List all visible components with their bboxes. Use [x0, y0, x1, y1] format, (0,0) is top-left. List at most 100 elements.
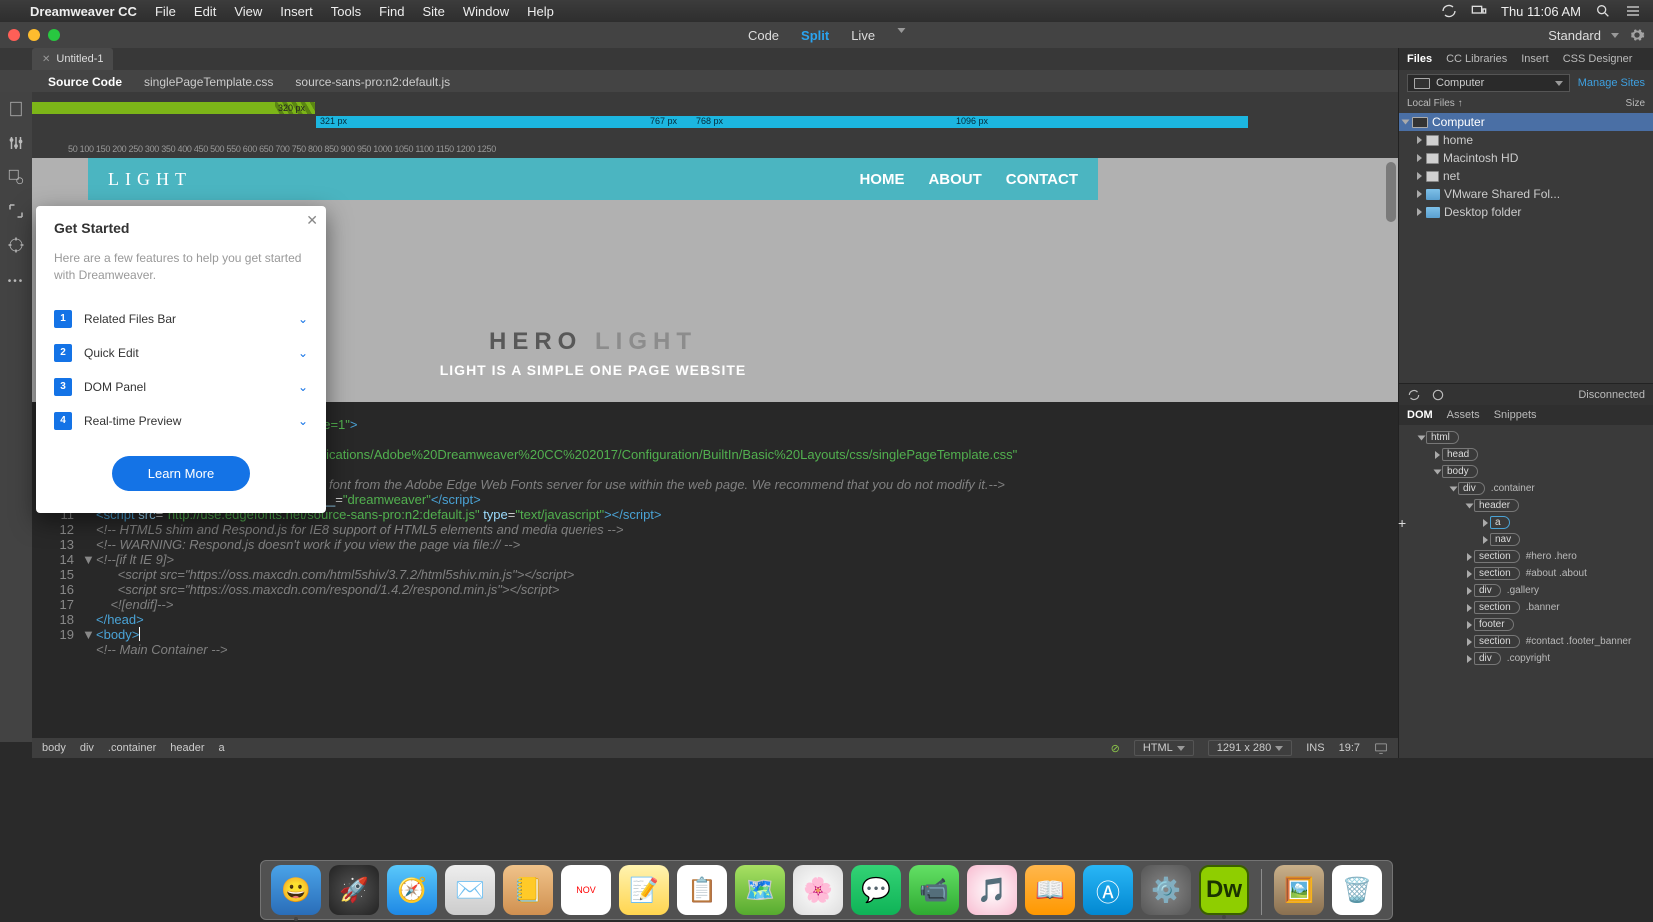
tab-snippets[interactable]: Snippets	[1494, 409, 1537, 421]
sliders-icon[interactable]	[7, 134, 25, 152]
tab-dom[interactable]: DOM	[1407, 409, 1433, 421]
crumb-container[interactable]: .container	[108, 742, 156, 754]
tab-cclib[interactable]: CC Libraries	[1446, 53, 1507, 65]
view-code[interactable]: Code	[748, 28, 779, 43]
disclosure-icon[interactable]	[1417, 136, 1422, 144]
maps-icon[interactable]: 🗺️	[735, 865, 785, 915]
nav-home[interactable]: HOME	[859, 171, 904, 188]
dom-banner[interactable]: section.banner	[1399, 599, 1653, 616]
crumb-a[interactable]: a	[219, 742, 225, 754]
feature-dom-panel[interactable]: 3DOM Panel⌄	[54, 370, 308, 404]
dom-a[interactable]: +a	[1399, 514, 1653, 531]
feature-related-files[interactable]: 1Related Files Bar⌄	[54, 302, 308, 336]
tree-item-desktop[interactable]: Desktop folder	[1399, 203, 1653, 221]
col-local-files[interactable]: Local Files ↑	[1407, 98, 1463, 109]
tree-item-home[interactable]: home	[1399, 131, 1653, 149]
close-icon[interactable]: ✕	[306, 212, 318, 229]
tree-item-net[interactable]: net	[1399, 167, 1653, 185]
learn-more-button[interactable]: Learn More	[112, 456, 250, 491]
facetime-icon[interactable]: 📹	[909, 865, 959, 915]
more-icon[interactable]: •••	[8, 276, 25, 287]
dom-about[interactable]: section#about .about	[1399, 565, 1653, 582]
menu-icon[interactable]	[1625, 3, 1641, 19]
crumb-div[interactable]: div	[80, 742, 94, 754]
inspect-icon[interactable]	[7, 168, 25, 186]
breakpoint-320[interactable]	[32, 102, 314, 114]
media-query-bar[interactable]: 320 px 321 px 767 px 768 px 1096 px	[32, 92, 1398, 142]
document-icon[interactable]	[7, 100, 25, 118]
disclosure-icon[interactable]	[1402, 120, 1410, 125]
desktop-stack-icon[interactable]: 🖼️	[1274, 865, 1324, 915]
launchpad-icon[interactable]: 🚀	[329, 865, 379, 915]
nav-contact[interactable]: CONTACT	[1006, 171, 1078, 188]
tree-item-macintosh[interactable]: Macintosh HD	[1399, 149, 1653, 167]
dom-header[interactable]: header	[1399, 497, 1653, 514]
target-icon[interactable]	[7, 236, 25, 254]
appstore-icon[interactable]: Ⓐ	[1083, 865, 1133, 915]
dom-body[interactable]: body	[1399, 463, 1653, 480]
gear-icon[interactable]	[1629, 27, 1645, 43]
dom-footer[interactable]: footer	[1399, 616, 1653, 633]
col-size[interactable]: Size	[1626, 98, 1645, 109]
lang-selector[interactable]: HTML	[1134, 740, 1194, 756]
page-logo[interactable]: LIGHT	[108, 169, 192, 190]
feature-realtime-preview[interactable]: 4Real-time Preview⌄	[54, 404, 308, 438]
notes-icon[interactable]: 📝	[619, 865, 669, 915]
crumb-body[interactable]: body	[42, 742, 66, 754]
disclosure-icon[interactable]	[1417, 154, 1422, 162]
close-window-button[interactable]	[8, 29, 20, 41]
dom-nav[interactable]: nav	[1399, 531, 1653, 548]
tab-insert[interactable]: Insert	[1521, 53, 1549, 65]
menu-file[interactable]: File	[155, 4, 176, 19]
src-tab-css[interactable]: singlePageTemplate.css	[144, 75, 273, 89]
mail-icon[interactable]: ✉️	[445, 865, 495, 915]
src-tab-source[interactable]: Source Code	[48, 75, 122, 89]
trash-icon[interactable]: 🗑️	[1332, 865, 1382, 915]
dims-selector[interactable]: 1291 x 280	[1208, 740, 1292, 756]
dreamweaver-icon[interactable]: Dw	[1199, 865, 1249, 915]
dom-copyright[interactable]: div.copyright	[1399, 650, 1653, 667]
dom-container[interactable]: div.container	[1399, 480, 1653, 497]
breakpoint-range[interactable]: 321 px 767 px 768 px 1096 px	[316, 116, 1248, 128]
close-tab-icon[interactable]: ✕	[42, 54, 50, 65]
menu-insert[interactable]: Insert	[280, 4, 313, 19]
live-dropdown-icon[interactable]	[897, 28, 905, 33]
minimize-window-button[interactable]	[28, 29, 40, 41]
view-split[interactable]: Split	[801, 28, 829, 43]
doc-tab[interactable]: ✕ Untitled-1	[32, 48, 113, 70]
tree-item-vmware[interactable]: VMware Shared Fol...	[1399, 185, 1653, 203]
menu-find[interactable]: Find	[379, 4, 404, 19]
dom-hero[interactable]: section#hero .hero	[1399, 548, 1653, 565]
menu-tools[interactable]: Tools	[331, 4, 361, 19]
menu-window[interactable]: Window	[463, 4, 509, 19]
nav-about[interactable]: ABOUT	[928, 171, 981, 188]
calendar-icon[interactable]: NOV	[561, 865, 611, 915]
menu-edit[interactable]: Edit	[194, 4, 216, 19]
manage-sites-link[interactable]: Manage Sites	[1578, 77, 1645, 89]
sync-icon[interactable]	[1431, 388, 1445, 402]
safari-icon[interactable]: 🧭	[387, 865, 437, 915]
view-live[interactable]: Live	[851, 28, 875, 43]
zoom-window-button[interactable]	[48, 29, 60, 41]
dom-html[interactable]: html	[1399, 429, 1653, 446]
disclosure-icon[interactable]	[1417, 172, 1422, 180]
files-source-selector[interactable]: Computer	[1407, 74, 1570, 92]
screens-icon[interactable]	[1471, 3, 1487, 19]
menu-help[interactable]: Help	[527, 4, 554, 19]
add-icon[interactable]: +	[1398, 515, 1406, 531]
menu-site[interactable]: Site	[422, 4, 444, 19]
workspace-selector[interactable]: Standard	[1548, 28, 1601, 43]
chevron-down-icon[interactable]	[1611, 33, 1619, 38]
crumb-header[interactable]: header	[170, 742, 204, 754]
search-icon[interactable]	[1595, 3, 1611, 19]
refresh-icon[interactable]	[1407, 388, 1421, 402]
tree-root[interactable]: Computer	[1399, 113, 1653, 131]
messages-icon[interactable]: 💬	[851, 865, 901, 915]
clock[interactable]: Thu 11:06 AM	[1501, 4, 1581, 19]
dom-contact[interactable]: section#contact .footer_banner	[1399, 633, 1653, 650]
feature-quick-edit[interactable]: 2Quick Edit⌄	[54, 336, 308, 370]
disclosure-icon[interactable]	[1417, 208, 1422, 216]
tab-assets[interactable]: Assets	[1447, 409, 1480, 421]
scrollbar[interactable]	[1386, 162, 1396, 222]
preview-icon[interactable]	[1374, 741, 1388, 755]
